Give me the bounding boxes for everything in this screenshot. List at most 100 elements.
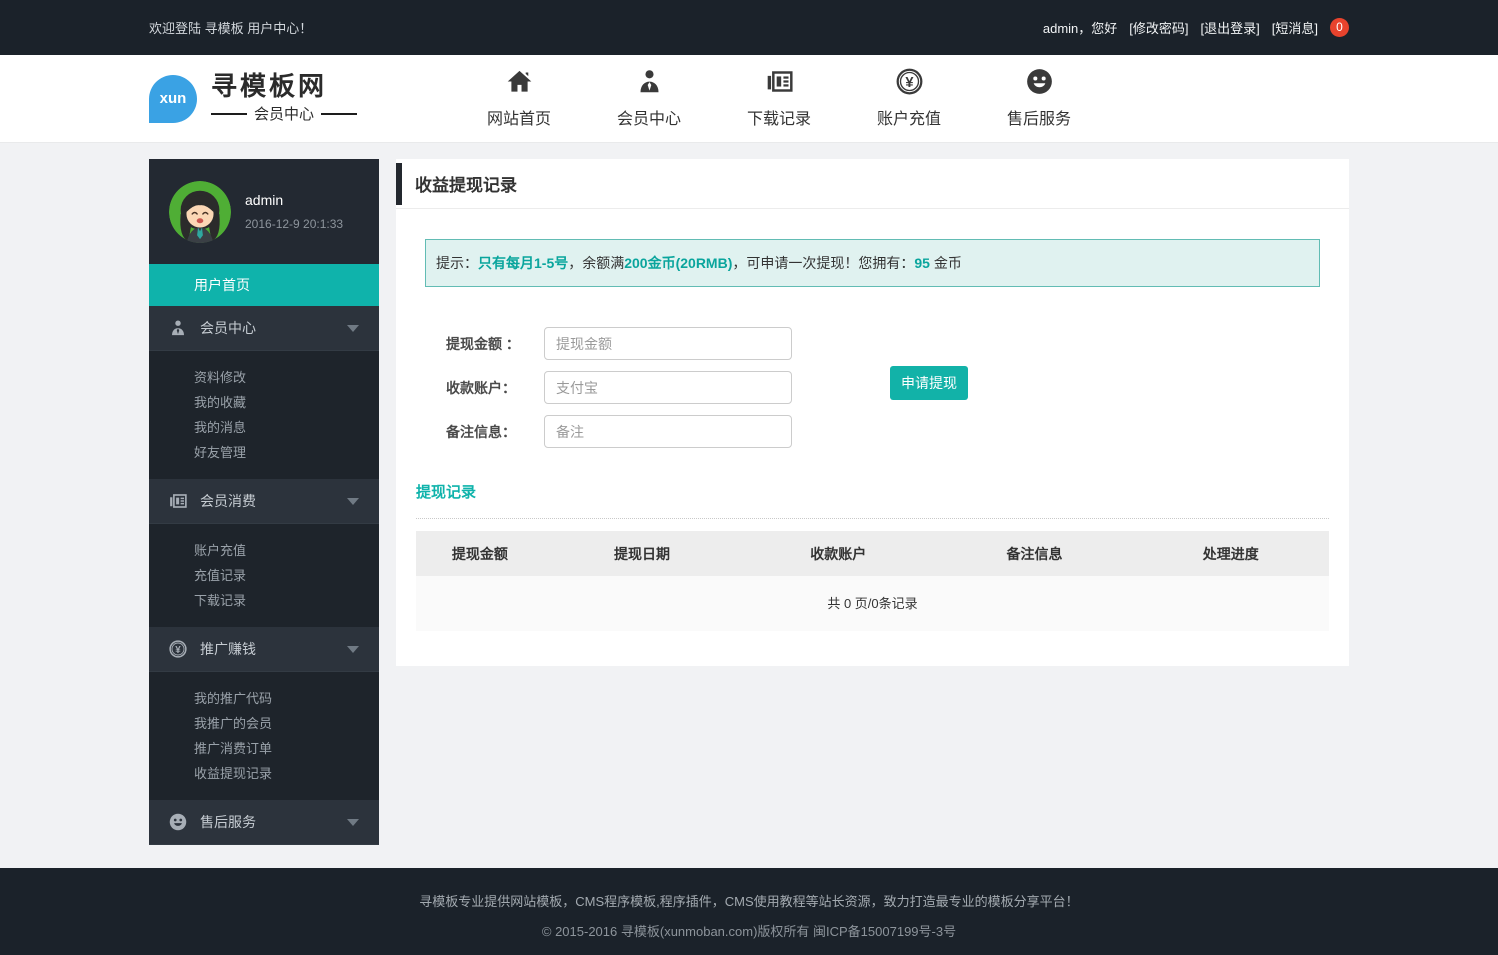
sidebar-submenu-promotion-earn: 我的推广代码 我推广的会员 推广消费订单 收益提现记录 [149, 672, 379, 800]
logo-wordmark: 寻模板网 会员中心 [211, 73, 357, 124]
sidebar-item-my-promo-code[interactable]: 我的推广代码 [149, 686, 379, 711]
col-withdraw-amount: 提现金额 [416, 544, 544, 564]
notice-mid2: ，可申请一次提现！您拥有： [732, 255, 914, 271]
remark-label: 备注信息： [446, 422, 544, 442]
recharge-icon: ¥ [169, 640, 187, 658]
notice-highlight-balance: 95 [914, 255, 930, 271]
member-icon [169, 319, 187, 337]
sidebar-section-label: 会员消费 [200, 491, 256, 511]
main-panel: 收益提现记录 提示：只有每月1-5号，余额满200金币(20RMB)，可申请一次… [396, 159, 1349, 666]
topbar: 欢迎登陆 寻模板 用户中心！ admin，您好 [修改密码] [退出登录] [短… [0, 0, 1498, 55]
footer-slogan: 寻模板专业提供网站模板，CMS程序模板,程序插件，CMS使用教程等站长资源，致力… [0, 868, 1498, 910]
nav-site-home[interactable]: 网站首页 [474, 68, 564, 129]
welcome-text: 欢迎登陆 寻模板 用户中心！ [149, 18, 312, 37]
sidebar-item-my-messages[interactable]: 我的消息 [149, 415, 379, 440]
chevron-down-icon [347, 646, 359, 653]
nav-after-sale-service[interactable]: 售后服务 [994, 68, 1084, 129]
notice-mid1: ，余额满 [568, 255, 624, 271]
sidebar-item-promo-consume-orders[interactable]: 推广消费订单 [149, 736, 379, 761]
table-empty-state: 共 0 页/0条记录 [416, 576, 1329, 631]
user-greeting: admin，您好 [1043, 18, 1117, 37]
payee-account-input[interactable] [544, 371, 792, 404]
table-header-row: 提现金额 提现日期 收款账户 备注信息 处理进度 [416, 531, 1329, 576]
notice-suffix: 金币 [930, 255, 962, 271]
sidebar-section-member-center[interactable]: 会员中心 [149, 306, 379, 351]
messages-link[interactable]: [短消息] [1272, 18, 1318, 37]
sidebar-item-account-recharge[interactable]: 账户充值 [149, 538, 379, 563]
page: 欢迎登陆 寻模板 用户中心！ admin，您好 [修改密码] [退出登录] [短… [0, 0, 1498, 955]
svg-text:¥: ¥ [905, 75, 914, 91]
col-remark: 备注信息 [936, 544, 1132, 564]
withdraw-form: 提现金额 ： 收款账户： 备注信息： 申请提现 [446, 327, 1306, 448]
nav-label: 下载记录 [734, 105, 824, 129]
sidebar-item-recharge-records[interactable]: 充值记录 [149, 563, 379, 588]
site-logo[interactable]: xun 寻模板网 会员中心 [149, 73, 404, 124]
subtitle-rule-left [211, 113, 247, 115]
service-icon [1026, 68, 1053, 96]
notice-highlight-dates: 只有每月1-5号 [478, 255, 568, 271]
col-withdraw-date: 提现日期 [544, 544, 740, 564]
profile-card: admin 2016-12-9 20:1:33 [149, 159, 379, 264]
nav-download-records[interactable]: 下载记录 [734, 68, 824, 129]
withdraw-amount-input[interactable] [544, 327, 792, 360]
col-payee-account: 收款账户 [740, 544, 936, 564]
main-nav: 网站首页 会员中心 下载记录 ¥ [474, 68, 1084, 129]
form-row-remark: 备注信息： [446, 415, 1306, 448]
logout-link[interactable]: [退出登录] [1201, 18, 1260, 37]
service-icon [169, 813, 187, 831]
sidebar-submenu-member-center: 资料修改 我的收藏 我的消息 好友管理 [149, 351, 379, 479]
apply-withdraw-button[interactable]: 申请提现 [890, 366, 968, 400]
nav-member-center[interactable]: 会员中心 [604, 68, 694, 129]
sidebar-section-label: 推广赚钱 [200, 639, 256, 659]
nav-account-recharge[interactable]: ¥ 账户充值 [864, 68, 954, 129]
notice-highlight-threshold: 200金币(20RMB) [624, 255, 732, 271]
logo-bubble-icon: xun [149, 75, 197, 123]
form-row-account: 收款账户： [446, 371, 1306, 404]
notice-prefix: 提示： [436, 255, 478, 271]
profile-username: admin [245, 192, 343, 208]
chevron-down-icon [347, 325, 359, 332]
records-heading: 提现记录 [416, 481, 1329, 519]
subtitle-rule-right [321, 113, 357, 115]
footer: 寻模板专业提供网站模板，CMS程序模板,程序插件，CMS使用教程等站长资源，致力… [0, 868, 1498, 955]
sidebar-section-promotion-earn[interactable]: ¥ 推广赚钱 [149, 627, 379, 672]
sidebar-item-withdraw-records[interactable]: 收益提现记录 [149, 761, 379, 786]
sidebar-item-download-records[interactable]: 下载记录 [149, 588, 379, 613]
records-icon [169, 492, 187, 510]
sidebar-item-my-promoted-members[interactable]: 我推广的会员 [149, 711, 379, 736]
sidebar-item-friends-manage[interactable]: 好友管理 [149, 440, 379, 465]
header: xun 寻模板网 会员中心 网站首页 [0, 55, 1498, 143]
sidebar-section-label: 售后服务 [200, 812, 256, 832]
sidebar-section-member-consume[interactable]: 会员消费 [149, 479, 379, 524]
svg-text:¥: ¥ [175, 645, 181, 656]
sidebar: admin 2016-12-9 20:1:33 用户首页 会员中心 资料修改 我… [149, 159, 379, 845]
recharge-icon: ¥ [896, 68, 923, 96]
remark-input[interactable] [544, 415, 792, 448]
withdraw-records-table: 提现金额 提现日期 收款账户 备注信息 处理进度 共 0 页/0条记录 [416, 531, 1329, 631]
home-icon [506, 68, 533, 96]
title-accent-bar [396, 163, 402, 205]
nav-label: 会员中心 [604, 105, 694, 129]
sidebar-item-profile-edit[interactable]: 资料修改 [149, 365, 379, 390]
message-count-badge[interactable]: 0 [1330, 18, 1349, 37]
sidebar-submenu-member-consume: 账户充值 充值记录 下载记录 [149, 524, 379, 627]
sidebar-section-after-sale[interactable]: 售后服务 [149, 800, 379, 845]
profile-login-time: 2016-12-9 20:1:33 [245, 217, 343, 231]
sidebar-section-label: 会员中心 [200, 318, 256, 338]
nav-label: 售后服务 [994, 105, 1084, 129]
change-password-link[interactable]: [修改密码] [1129, 18, 1188, 37]
form-row-amount: 提现金额 ： [446, 327, 1306, 360]
site-name: 寻模板网 [211, 73, 357, 99]
nav-label: 网站首页 [474, 105, 564, 129]
user-avatar [169, 181, 231, 243]
content-area: admin 2016-12-9 20:1:33 用户首页 会员中心 资料修改 我… [0, 143, 1498, 868]
sidebar-item-my-favorites[interactable]: 我的收藏 [149, 390, 379, 415]
col-progress: 处理进度 [1133, 544, 1329, 564]
profile-info: admin 2016-12-9 20:1:33 [245, 192, 343, 231]
topbar-user-area: admin，您好 [修改密码] [退出登录] [短消息] 0 [1043, 18, 1349, 37]
sidebar-item-user-home[interactable]: 用户首页 [149, 264, 379, 306]
chevron-down-icon [347, 498, 359, 505]
panel-title-row: 收益提现记录 [396, 159, 1349, 209]
records-icon [766, 68, 793, 96]
payee-account-label: 收款账户： [446, 378, 544, 398]
